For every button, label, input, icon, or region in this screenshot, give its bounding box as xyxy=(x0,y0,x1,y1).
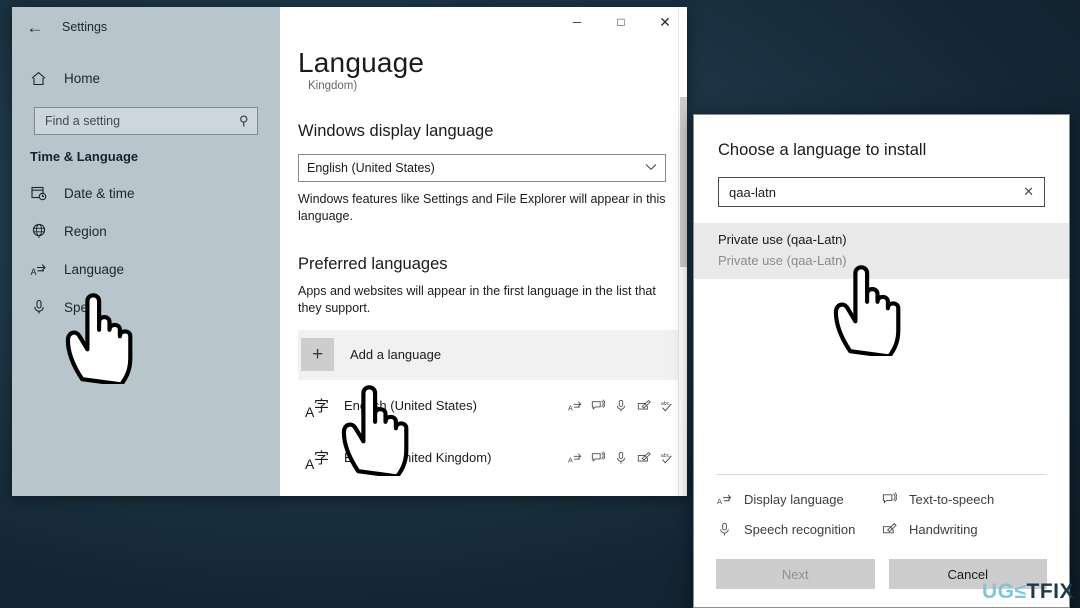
search-input[interactable] xyxy=(45,114,240,128)
legend-speech-recognition: Speech recognition xyxy=(716,521,881,537)
result-secondary-label: Private use (qaa-Latn) xyxy=(718,253,847,268)
calendar-clock-icon xyxy=(30,185,47,202)
microphone-icon xyxy=(614,399,628,413)
sidebar-item-region[interactable]: Region xyxy=(12,212,280,250)
language-name: English (United States) xyxy=(344,398,477,413)
vertical-scrollbar[interactable] xyxy=(678,7,687,496)
svg-text:abc: abc xyxy=(661,401,670,407)
home-icon xyxy=(30,70,47,87)
preferred-languages-heading: Preferred languages xyxy=(298,254,448,273)
next-button[interactable]: Next xyxy=(716,559,875,589)
sidebar-item-date-time[interactable]: Date & time xyxy=(12,174,280,212)
add-a-language-button[interactable]: + Add a language xyxy=(298,329,680,380)
text-to-speech-icon xyxy=(591,450,605,465)
choose-language-dialog: Choose a language to install ✕ Private u… xyxy=(693,114,1070,608)
back-arrow-icon[interactable]: ← xyxy=(26,19,44,36)
sidebar-item-label: Spe xyxy=(64,299,89,315)
spellcheck-icon: abc xyxy=(660,451,674,465)
minimize-button[interactable]: ─ xyxy=(555,7,599,37)
spellcheck-icon: abc xyxy=(660,399,674,413)
microphone-icon xyxy=(30,299,47,316)
table-row[interactable]: A 字 English (United Kingdom) A abc xyxy=(298,432,680,484)
language-feature-icons: A abc xyxy=(568,450,680,465)
svg-text:A: A xyxy=(568,405,573,412)
watermark-part-a: UG xyxy=(981,580,1015,603)
legend-label: Handwriting xyxy=(909,521,978,537)
svg-text:A: A xyxy=(568,457,573,464)
window-controls: ─ □ ✕ xyxy=(555,7,687,37)
display-language-icon: A xyxy=(30,261,47,278)
settings-window: ← Settings Home ⚲ Time & Language Date &… xyxy=(12,7,687,496)
watermark-part-b: TFIX xyxy=(1026,580,1074,603)
preferred-languages-description: Apps and websites will appear in the fir… xyxy=(298,283,656,315)
legend-handwriting: Handwriting xyxy=(881,521,1047,537)
globe-icon xyxy=(30,223,47,240)
result-primary-label: Private use (qaa-Latn) xyxy=(718,232,847,247)
legend-label: Display language xyxy=(744,491,844,507)
display-language-dropdown[interactable]: English (United States) xyxy=(298,154,666,182)
sidebar-group-label: Time & Language xyxy=(30,149,139,164)
sidebar-item-language[interactable]: A Language xyxy=(12,250,280,288)
language-search-box[interactable]: ✕ xyxy=(718,177,1045,207)
add-a-language-label: Add a language xyxy=(350,347,442,362)
legend-text-to-speech: Text-to-speech xyxy=(881,491,1047,507)
language-name: English (United Kingdom) xyxy=(344,450,492,465)
feature-legend: A Display language Text-to-speech Speech… xyxy=(716,474,1047,537)
sidebar-item-speech[interactable]: Spe xyxy=(12,288,280,326)
handwriting-icon xyxy=(637,451,651,465)
watermark: UG≤TFIX xyxy=(982,580,1074,604)
list-item[interactable]: Private use (qaa-Latn) Private use (qaa-… xyxy=(694,223,1069,279)
display-language-icon: A xyxy=(568,451,582,465)
sidebar-item-label: Date & time xyxy=(64,185,135,201)
table-row[interactable]: A 字 English (United States) A abc xyxy=(298,380,680,432)
display-language-description: Windows features like Settings and File … xyxy=(298,192,666,223)
legend-label: Speech recognition xyxy=(744,521,856,537)
language-search-input[interactable] xyxy=(729,184,1022,200)
window-title: Settings xyxy=(62,20,108,34)
chevron-down-icon[interactable] xyxy=(645,163,657,174)
display-language-icon: A xyxy=(568,399,582,413)
sidebar-item-home[interactable]: Home xyxy=(12,59,280,97)
legend-label: Text-to-speech xyxy=(909,491,995,507)
sidebar-item-label: Language xyxy=(64,261,125,277)
microphone-icon xyxy=(614,451,628,465)
legend-display-language: A Display language xyxy=(716,491,881,507)
text-to-speech-icon xyxy=(591,398,605,413)
maximize-button[interactable]: □ xyxy=(599,7,643,37)
svg-text:A: A xyxy=(31,267,37,277)
microphone-icon xyxy=(716,521,732,537)
page-title-subtext: Kingdom) xyxy=(308,80,358,92)
search-setting-box[interactable]: ⚲ xyxy=(34,107,258,135)
handwriting-icon xyxy=(881,521,897,537)
sidebar-item-label: Region xyxy=(64,223,107,239)
plus-icon: + xyxy=(301,338,334,371)
settings-main-pane: ─ □ ✕ Language Kingdom) Windows display … xyxy=(280,7,687,496)
settings-sidebar: ← Settings Home ⚲ Time & Language Date &… xyxy=(12,7,280,496)
watermark-middle-glyph: ≤ xyxy=(1014,580,1027,603)
svg-text:A: A xyxy=(717,497,722,506)
handwriting-icon xyxy=(637,399,651,413)
windows-display-language-heading: Windows display language xyxy=(298,122,494,140)
text-to-speech-icon xyxy=(881,491,897,507)
svg-text:abc: abc xyxy=(661,453,670,459)
search-icon[interactable]: ⚲ xyxy=(239,113,249,129)
display-language-value: English (United States) xyxy=(307,161,435,175)
language-results-list: Private use (qaa-Latn) Private use (qaa-… xyxy=(694,223,1069,474)
page-title: Language xyxy=(298,47,425,78)
svg-text:字: 字 xyxy=(314,449,329,467)
display-language-icon: A xyxy=(716,491,732,507)
close-icon[interactable]: ✕ xyxy=(1021,184,1036,200)
scrollbar-thumb[interactable] xyxy=(680,97,687,267)
svg-text:字: 字 xyxy=(314,397,329,415)
language-abc-icon: A 字 xyxy=(304,444,334,472)
sidebar-item-label: Home xyxy=(64,70,101,86)
language-feature-icons: A abc xyxy=(568,398,680,413)
dialog-title: Choose a language to install xyxy=(718,141,927,159)
language-abc-icon: A 字 xyxy=(304,392,334,420)
sidebar-titlebar: ← Settings xyxy=(12,7,280,47)
